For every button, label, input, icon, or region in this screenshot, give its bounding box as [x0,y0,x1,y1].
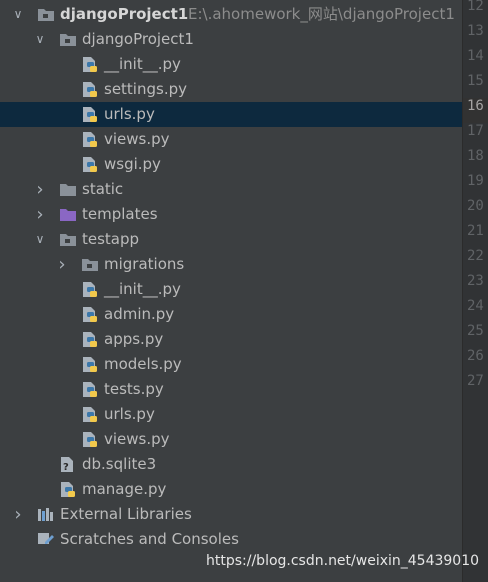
tree-item-label: static [82,180,124,198]
tree-row-apps-py[interactable]: apps.py [0,327,462,352]
tree-row-migrations[interactable]: › migrations [0,252,462,277]
line-number: 27 [467,373,484,389]
editor-gutter: 12 13 14 15 16 17 18 19 20 21 22 23 24 25 26 27 [462,0,488,582]
tree-row-admin-py[interactable]: admin.py [0,302,462,327]
tree-item-label: models.py [104,355,182,373]
module-folder-icon [59,31,77,48]
chevron-right-icon[interactable]: › [33,177,47,202]
tree-item-label: tests.py [104,380,164,398]
tree-item-label: __init__.py [104,55,181,73]
tree-item-label: admin.py [104,305,175,323]
tree-item-label: djangoProject1 [82,30,194,48]
python-file-icon [81,106,99,123]
chevron-right-icon[interactable]: › [11,502,25,527]
module-folder-icon [59,231,77,248]
unknown-file-icon: ? [59,456,77,473]
library-icon [37,506,55,523]
tree-row-settings-py[interactable]: settings.py [0,77,462,102]
tree-item-label: settings.py [104,80,187,98]
tree-item-label: __init__.py [104,280,181,298]
tree-row-views-py[interactable]: views.py [0,127,462,152]
tree-row-external-libraries[interactable]: › External Libraries [0,502,462,527]
tree-row-urls-py[interactable]: urls.py [0,402,462,427]
tree-row-static[interactable]: › static [0,177,462,202]
tree-item-label: manage.py [82,480,167,498]
python-file-icon [81,281,99,298]
tree-item-label: views.py [104,430,170,448]
line-number: 16 [467,98,484,114]
project-tree[interactable]: ∨ djangoProject1 E:\.ahomework_网站\djangoPr… [0,2,462,552]
python-file-icon [81,156,99,173]
folder-icon [37,6,55,23]
tree-row-models-py[interactable]: models.py [0,352,462,377]
tree-row-scratches-and-consoles[interactable]: Scratches and Consoles [0,527,462,552]
svg-text:?: ? [63,462,69,473]
line-number: 19 [467,173,484,189]
line-number: 15 [467,73,484,89]
tree-row-testapp[interactable]: ∨ testapp [0,227,462,252]
chevron-right-icon[interactable]: › [33,202,47,227]
line-number: 21 [467,223,484,239]
python-file-icon [81,306,99,323]
tree-row-djangoproject1[interactable]: ∨ djangoProject1 E:\.ahomework_网站\djangoPr… [0,2,462,27]
python-file-icon [81,406,99,423]
tree-row-db-sqlite3[interactable]: ? db.sqlite3 [0,452,462,477]
tree-row-init-py[interactable]: __init__.py [0,52,462,77]
tree-row-templates[interactable]: › templates [0,202,462,227]
line-number: 12 [467,0,484,14]
tree-row-urls-py[interactable]: urls.py [0,102,462,127]
tree-item-label: External Libraries [60,505,192,523]
tree-row-tests-py[interactable]: tests.py [0,377,462,402]
tree-item-label: apps.py [104,330,164,348]
watermark-text: https://blog.csdn.net/weixin_45439010 [206,553,480,569]
tree-row-djangoproject1[interactable]: ∨ djangoProject1 [0,27,462,52]
python-file-icon [81,356,99,373]
line-number: 17 [467,123,484,139]
tree-item-label: db.sqlite3 [82,455,157,473]
tree-row-views-py[interactable]: views.py [0,427,462,452]
python-file-icon [81,81,99,98]
line-number: 25 [467,323,484,339]
tree-item-label: urls.py [104,105,155,123]
python-file-icon [81,431,99,448]
chevron-down-icon[interactable]: ∨ [33,227,47,252]
chevron-down-icon[interactable]: ∨ [11,2,25,27]
python-file-icon [81,331,99,348]
tree-item-label: wsgi.py [104,155,161,173]
tree-item-label: templates [82,205,158,223]
tree-row-wsgi-py[interactable]: wsgi.py [0,152,462,177]
tree-item-label: migrations [104,255,185,273]
line-number: 23 [467,273,484,289]
tree-item-label: testapp [82,230,140,248]
line-number: 26 [467,348,484,364]
tree-item-label: urls.py [104,405,155,423]
python-file-icon [59,481,77,498]
tree-row-manage-py[interactable]: manage.py [0,477,462,502]
line-number: 22 [467,248,484,264]
line-number: 20 [467,198,484,214]
python-file-icon [81,131,99,148]
python-file-icon [81,381,99,398]
line-number: 13 [467,23,484,39]
python-file-icon [81,56,99,73]
line-number: 14 [467,48,484,64]
module-folder-icon [81,256,99,273]
line-number: 24 [467,298,484,314]
chevron-right-icon[interactable]: › [55,252,69,277]
project-path: E:\.ahomework_网站\djangoProject1 [188,5,455,23]
tree-row-init-py[interactable]: __init__.py [0,277,462,302]
tree-item-label: Scratches and Consoles [60,530,239,548]
tree-item-label: views.py [104,130,170,148]
chevron-down-icon[interactable]: ∨ [33,27,47,52]
line-number: 18 [467,148,484,164]
tree-item-label: djangoProject1 [60,5,189,23]
scratches-icon [37,531,55,548]
templates-folder-icon [59,206,77,223]
folder-icon [59,181,77,198]
